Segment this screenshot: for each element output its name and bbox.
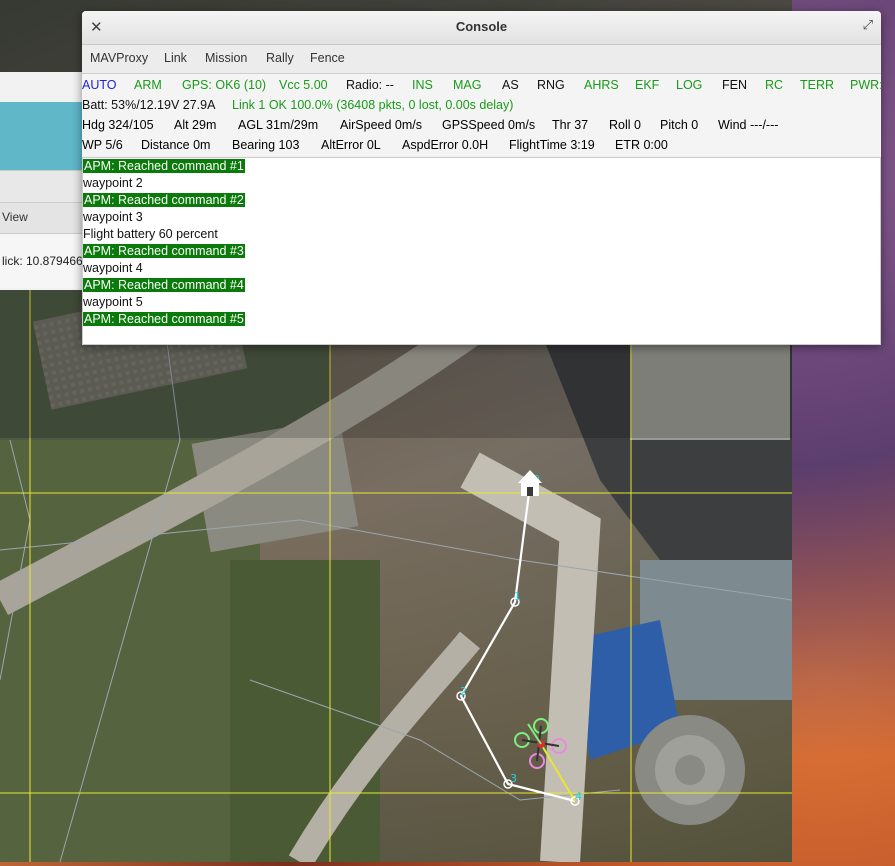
status-flag: TERR bbox=[800, 78, 835, 92]
status-flag: RNG bbox=[537, 78, 565, 92]
status-flag: INS bbox=[412, 78, 433, 92]
status-flag: Radio: -- bbox=[346, 78, 394, 92]
alterror-readout: AltError 0L bbox=[321, 138, 381, 152]
waypoint-label-2: 2 bbox=[460, 685, 467, 698]
status-flag: AHRS bbox=[584, 78, 619, 92]
bearing-readout: Bearing 103 bbox=[232, 138, 300, 152]
pitch-readout: Pitch 0 bbox=[660, 118, 699, 132]
airspeed-readout: AirSpeed 0m/s bbox=[340, 118, 422, 132]
waypoint-label-1: 1 bbox=[514, 590, 521, 603]
maximize-icon[interactable]: ⤢ bbox=[863, 18, 873, 33]
background-window-statusbar: lick: 10.879466 bbox=[0, 234, 83, 288]
agl-readout: AGL 31m/29m bbox=[238, 118, 319, 132]
wind-readout: Wind ---/--- bbox=[718, 118, 779, 132]
menu-rally[interactable]: Rally bbox=[266, 51, 294, 65]
status-flag: MAG bbox=[453, 78, 482, 92]
status-flag: ARM bbox=[134, 78, 162, 92]
log-line: APM: Reached command #3 bbox=[83, 244, 245, 258]
throttle-readout: Thr 37 bbox=[552, 118, 589, 132]
log-line: APM: Reached command #2 bbox=[83, 193, 245, 207]
status-flag: FEN bbox=[722, 78, 747, 92]
status-flag: PWR: bbox=[850, 78, 883, 92]
click-coordinate-text: lick: 10.879466 bbox=[2, 254, 83, 268]
log-line: waypoint 4 bbox=[83, 261, 143, 275]
altitude-readout: Alt 29m bbox=[174, 118, 217, 132]
background-window-menubar[interactable]: View bbox=[0, 202, 82, 234]
gpsspeed-readout: GPSSpeed 0m/s bbox=[442, 118, 536, 132]
etr-readout: ETR 0:00 bbox=[615, 138, 668, 152]
status-row-battery: Batt: 53%/12.19V 27.9A Link 1 OK 100.0% … bbox=[82, 96, 881, 116]
aspderror-readout: AspdError 0.0H bbox=[402, 138, 489, 152]
status-flag: Vcc 5.00 bbox=[279, 78, 328, 92]
console-log[interactable]: APM: Reached command #1 waypoint 2 APM: … bbox=[82, 157, 881, 345]
window-title: Console bbox=[455, 19, 508, 34]
distance-readout: Distance 0m bbox=[141, 138, 211, 152]
menu-mission[interactable]: Mission bbox=[205, 51, 247, 65]
console-window[interactable]: ✕ Console ⤢ MAVProxy Link Mission Rally … bbox=[82, 11, 883, 345]
status-flag: GPS: OK6 (10) bbox=[182, 78, 267, 92]
log-line: waypoint 2 bbox=[83, 176, 143, 190]
background-window[interactable]: ✕ View lick: 10.879466 bbox=[0, 72, 83, 291]
roll-readout: Roll 0 bbox=[609, 118, 641, 132]
waypoint-label-3: 3 bbox=[510, 772, 517, 785]
link-status: Link 1 OK 100.0% (36408 pkts, 0 lost, 0.… bbox=[232, 98, 514, 112]
status-flag: EKF bbox=[635, 78, 660, 92]
console-menubar: MAVProxy Link Mission Rally Fence bbox=[82, 45, 881, 74]
waypoint-readout: WP 5/6 bbox=[82, 138, 123, 152]
status-flag: AUTO bbox=[82, 78, 117, 92]
battery-status: Batt: 53%/12.19V 27.9A bbox=[82, 98, 216, 112]
status-flag: RC bbox=[765, 78, 784, 92]
status-row-attitude: Hdg 324/105 Alt 29m AGL 31m/29m AirSpeed… bbox=[82, 116, 881, 136]
status-row-flags: AUTO ARM GPS: OK6 (10) Vcc 5.00 Radio: -… bbox=[82, 76, 883, 96]
background-window-titlebar[interactable]: ✕ bbox=[0, 170, 82, 291]
menu-view[interactable]: View bbox=[2, 210, 28, 224]
status-row-navigation: WP 5/6 Distance 0m Bearing 103 AltError … bbox=[82, 136, 881, 156]
background-window-header bbox=[0, 102, 82, 170]
console-titlebar[interactable]: ✕ Console ⤢ bbox=[82, 11, 881, 45]
menu-link[interactable]: Link bbox=[164, 51, 187, 65]
status-panel: AUTO ARM GPS: OK6 (10) Vcc 5.00 Radio: -… bbox=[82, 74, 883, 156]
log-line: waypoint 3 bbox=[83, 210, 143, 224]
log-line: APM: Reached command #4 bbox=[83, 278, 245, 292]
log-line: APM: Reached command #1 bbox=[83, 159, 245, 173]
heading-readout: Hdg 324/105 bbox=[82, 118, 154, 132]
log-line: Flight battery 60 percent bbox=[83, 227, 218, 241]
flighttime-readout: FlightTime 3:19 bbox=[509, 138, 595, 152]
status-flag: AS bbox=[502, 78, 519, 92]
menu-fence[interactable]: Fence bbox=[310, 51, 345, 65]
menu-mavproxy[interactable]: MAVProxy bbox=[90, 51, 148, 65]
log-line: APM: Reached command #5 bbox=[83, 312, 245, 326]
waypoint-label-4: 4 bbox=[575, 790, 582, 803]
log-line: waypoint 5 bbox=[83, 295, 143, 309]
status-flag: LOG bbox=[676, 78, 703, 92]
